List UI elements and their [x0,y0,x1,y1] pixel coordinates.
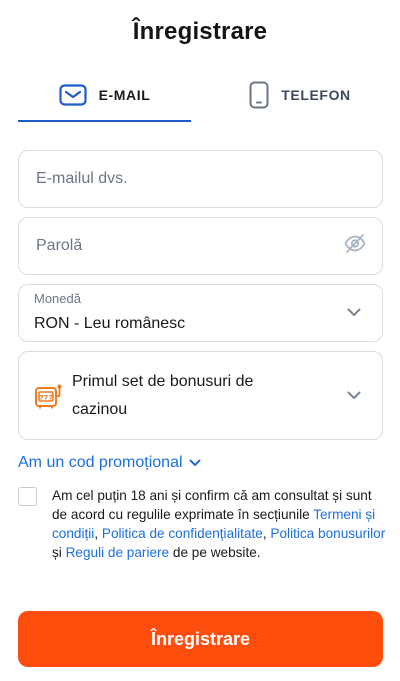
registration-method-tabs: E-MAIL TELEFON [18,70,382,122]
password-field[interactable] [36,237,336,255]
currency-label: Monedă [34,291,81,306]
page-title: Înregistrare [132,18,268,45]
email-field[interactable] [36,170,336,188]
bonus-policy-link[interactable]: Politica bonusurilor [270,526,385,541]
terms-separator: , [94,526,102,541]
password-field-container [18,217,383,275]
email-field-container [18,150,383,208]
betting-rules-link[interactable]: Reguli de pariere [66,545,170,560]
terms-text: Am cel puțin 18 ani și confirm că am con… [52,486,386,562]
phone-icon [249,81,269,109]
envelope-icon [58,84,87,106]
tab-email[interactable]: E-MAIL [18,70,191,122]
eye-off-icon[interactable] [344,234,366,259]
register-button[interactable]: Înregistrare [18,611,383,667]
terms-checkbox[interactable] [18,487,37,506]
promo-code-toggle[interactable]: Am un cod promoțional [18,454,201,472]
svg-text:777: 777 [39,394,53,402]
slot-machine-icon: 777 [34,382,62,415]
privacy-policy-link[interactable]: Politica de confidențialitate [102,526,263,541]
bonus-value: Primul set de bonusuri de cazinou [72,373,254,418]
tab-phone[interactable]: TELEFON [218,70,382,120]
bonus-select[interactable]: 777 Primul set de bonusuri de cazinou [18,351,383,440]
chevron-down-icon [347,304,361,322]
tab-email-label: E-MAIL [98,87,151,103]
currency-select[interactable]: Monedă RON - Leu românesc [18,284,383,342]
chevron-down-icon [189,454,201,472]
terms-separator: și [52,545,66,560]
chevron-down-icon [347,387,361,405]
terms-text-outro: de pe website. [169,545,261,560]
currency-value: RON - Leu românesc [34,315,186,332]
promo-code-label: Am un cod promoțional [18,454,183,471]
tab-phone-label: TELEFON [281,87,351,103]
